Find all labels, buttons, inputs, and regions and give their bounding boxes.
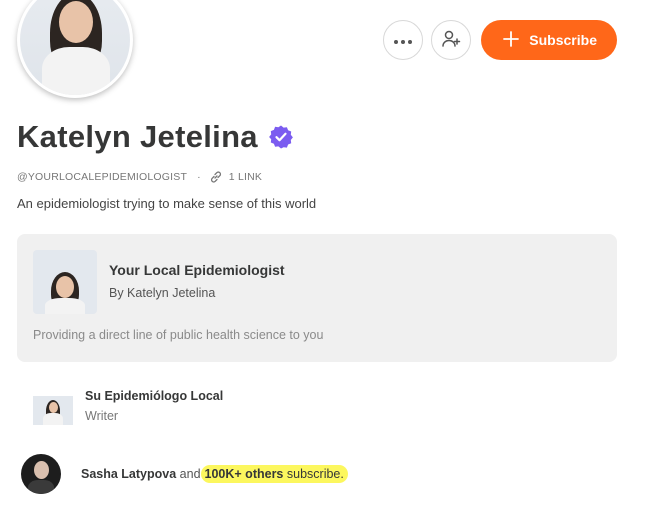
add-user-icon [441,29,461,52]
profile-actions: Subscribe [383,20,617,60]
publication-description: Providing a direct line of public health… [33,328,324,342]
link-icon [209,170,223,184]
subscriber-avatar[interactable] [21,454,61,494]
subscribe-label: Subscribe [529,32,597,48]
plus-icon [503,30,520,50]
profile-handle[interactable]: @YOURLOCALEPIDEMIOLOGIST [17,171,187,183]
follow-button[interactable] [431,20,472,60]
writer-publication-name[interactable]: Su Epidemiólogo Local [85,389,223,403]
verified-badge-icon [268,124,294,150]
profile-bio: An epidemiologist trying to make sense o… [17,196,317,211]
publication-card[interactable]: Your Local Epidemiologist By Katelyn Jet… [17,234,617,362]
subscribers-joiner: and [179,467,201,481]
more-options-button[interactable] [383,20,424,60]
publication-thumbnail [33,250,97,314]
profile-avatar[interactable] [17,0,133,98]
subscribers-suffix: subscribe. [286,467,344,481]
profile-header: Katelyn Jetelina [17,119,294,155]
publication-title[interactable]: Your Local Epidemiologist [109,262,285,278]
subscribe-button[interactable]: Subscribe [481,20,617,60]
subscribers-count: 100K+ others [204,467,284,481]
writer-role: Writer [85,409,119,423]
profile-links[interactable]: 1 LINK [229,171,262,183]
subscribers-text: Sasha Latypova and 100K+ others subscribe… [81,465,348,483]
meta-separator: · [197,171,201,183]
subscriber-name[interactable]: Sasha Latypova [81,467,176,481]
profile-meta: @YOURLOCALEPIDEMIOLOGIST · 1 LINK [17,170,262,184]
avatar-photo [20,0,130,95]
publication-author: By Katelyn Jetelina [109,286,216,300]
ellipsis-icon [393,33,413,48]
subscribers-count-highlight[interactable]: 100K+ others subscribe. [200,465,348,483]
profile-name: Katelyn Jetelina [17,119,258,154]
writer-publication-thumbnail [33,396,73,425]
subscribers-row: Sasha Latypova and 100K+ others subscribe… [21,454,348,494]
